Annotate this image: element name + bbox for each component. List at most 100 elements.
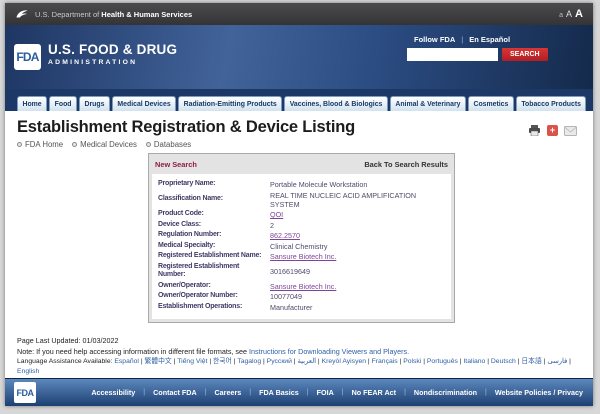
main-content: Establishment Registration & Device List…	[5, 111, 593, 330]
viewers-players-link[interactable]: Instructions for Downloading Viewers and…	[249, 347, 409, 356]
language-link[interactable]: 日本語	[521, 358, 541, 365]
field-value[interactable]: Sansure Biotech Inc.	[270, 252, 446, 261]
language-link[interactable]: Polski	[403, 358, 421, 365]
page: U.S. Department of Health & Human Servic…	[5, 3, 593, 406]
breadcrumb-dot-icon	[17, 142, 22, 147]
detail-row: Establishment Operations: Manufacturer	[158, 303, 445, 312]
breadcrumb-dot-icon	[72, 142, 77, 147]
detail-row: Proprietary Name: Portable Molecule Work…	[158, 180, 445, 189]
language-link[interactable]: English	[17, 368, 39, 375]
footnotes: Page Last Updated: 01/03/2022 Note: If y…	[5, 330, 593, 378]
field-value: 10077049	[270, 292, 446, 301]
breadcrumb-link[interactable]: Medical Devices	[80, 140, 137, 149]
language-link[interactable]: Deutsch	[491, 358, 516, 365]
footer-link[interactable]: FDA Basics	[259, 388, 299, 397]
language-link[interactable]: Español	[114, 358, 139, 365]
footer-link[interactable]: FOIA	[317, 388, 334, 397]
field-label: Registered Establishment Number:	[158, 263, 270, 281]
field-label: Device Class:	[158, 221, 270, 230]
language-link[interactable]: Français	[372, 358, 398, 365]
last-updated: Page Last Updated: 01/03/2022	[17, 336, 589, 347]
main-nav: HomeFoodDrugsMedical DevicesRadiation-Em…	[5, 89, 593, 111]
footer-link[interactable]: Accessibility	[91, 388, 135, 397]
language-link[interactable]: Tagalog	[237, 358, 261, 365]
nav-tab[interactable]: Medical Devices	[112, 96, 176, 111]
nav-tab[interactable]: Radiation-Emitting Products	[178, 96, 282, 111]
agency-title: U.S. FOOD & DRUG ADMINISTRATION	[48, 42, 177, 66]
en-espanol-link[interactable]: En Español	[469, 35, 510, 44]
language-link[interactable]: Русский	[267, 358, 292, 365]
field-value[interactable]: Sansure Biotech Inc.	[270, 282, 446, 291]
new-search-link[interactable]: New Search	[155, 160, 197, 169]
footer-bar: FDA Accessibility|Contact FDA|Careers|FD…	[5, 378, 593, 406]
nav-tab[interactable]: Home	[17, 96, 47, 111]
fda-header: FDA U.S. FOOD & DRUG ADMINISTRATION Foll…	[5, 25, 593, 89]
field-value: Manufacturer	[270, 303, 446, 312]
detail-row: Owner/Operator: Sansure Biotech Inc.	[158, 282, 445, 291]
field-label: Regulation Number:	[158, 231, 270, 240]
nav-tab[interactable]: Tobacco Products	[516, 96, 587, 111]
footer-link[interactable]: No FEAR Act	[352, 388, 396, 397]
field-label: Product Code:	[158, 210, 270, 219]
field-label: Proprietary Name:	[158, 180, 270, 189]
language-link[interactable]: العربية	[297, 358, 316, 365]
footer-link[interactable]: Website Policies / Privacy	[495, 388, 583, 397]
language-link[interactable]: Italiano	[463, 358, 485, 365]
field-value: REAL TIME NUCLEIC ACID AMPLIFICATION SYS…	[270, 191, 446, 209]
breadcrumb-link[interactable]: FDA Home	[25, 140, 63, 149]
footer-link[interactable]: Contact FDA	[153, 388, 197, 397]
detail-row: Device Class: 2	[158, 221, 445, 230]
footer-link[interactable]: Careers	[214, 388, 241, 397]
result-box: New Search Back To Search Results Propri…	[148, 153, 455, 323]
footer-link[interactable]: Nondiscrimination	[414, 388, 477, 397]
detail-row: Registered Establishment Number: 3016619…	[158, 263, 445, 281]
hhs-dept-text[interactable]: U.S. Department of Health & Human Servic…	[35, 10, 192, 19]
language-link[interactable]: 한국어	[213, 358, 232, 365]
print-icon[interactable]	[528, 125, 541, 136]
footer-links: Accessibility|Contact FDA|Careers|FDA Ba…	[91, 388, 583, 397]
back-to-results-link[interactable]: Back To Search Results	[364, 160, 448, 169]
nav-tab[interactable]: Cosmetics	[468, 96, 514, 111]
font-size-controls[interactable]: a A A	[559, 8, 583, 20]
field-value: Portable Molecule Workstation	[270, 180, 446, 189]
field-value: 3016619649	[270, 267, 446, 276]
nav-tab[interactable]: Vaccines, Blood & Biologics	[284, 96, 388, 111]
breadcrumb-link[interactable]: Databases	[154, 140, 191, 149]
email-icon[interactable]	[564, 126, 577, 136]
footer-fda-logo[interactable]: FDA	[14, 382, 36, 403]
language-link[interactable]: Português	[427, 358, 458, 365]
field-label: Owner/Operator:	[158, 282, 270, 291]
breadcrumb: FDA Home Medical Devices Databases	[17, 140, 581, 149]
language-link[interactable]: فارسی	[547, 358, 567, 365]
detail-row: Classification Name: REAL TIME NUCLEIC A…	[158, 191, 445, 209]
detail-row: Registered Establishment Name: Sansure B…	[158, 252, 445, 261]
detail-row: Product Code: QOI	[158, 210, 445, 219]
field-label: Classification Name:	[158, 195, 270, 204]
follow-fda-link[interactable]: Follow FDA	[414, 35, 455, 44]
hhs-topbar: U.S. Department of Health & Human Servic…	[5, 3, 593, 25]
field-value: 2	[270, 221, 446, 230]
field-label: Owner/Operator Number:	[158, 292, 270, 301]
nav-tab[interactable]: Food	[49, 96, 77, 111]
breadcrumb-dot-icon	[146, 142, 151, 147]
language-link[interactable]: Tiếng Việt	[177, 358, 207, 365]
share-icon[interactable]: +	[547, 125, 558, 136]
header-links: Follow FDA|En Español	[414, 35, 545, 44]
nav-tab[interactable]: Animal & Veterinary	[390, 96, 466, 111]
fda-logo[interactable]: FDA	[14, 44, 41, 70]
field-label: Establishment Operations:	[158, 303, 270, 312]
detail-row: Medical Specialty: Clinical Chemistry	[158, 242, 445, 251]
hhs-eagle-icon	[15, 8, 29, 20]
field-value[interactable]: QOI	[270, 210, 446, 219]
field-value: Clinical Chemistry	[270, 242, 446, 251]
detail-row: Regulation Number: 862.2570	[158, 231, 445, 240]
field-value[interactable]: 862.2570	[270, 231, 446, 240]
search-input[interactable]	[407, 48, 498, 61]
device-detail-table: Proprietary Name: Portable Molecule Work…	[152, 174, 451, 319]
field-label: Medical Specialty:	[158, 242, 270, 251]
nav-tab[interactable]: Drugs	[79, 96, 110, 111]
language-link[interactable]: Kreyòl Ayisyen	[322, 358, 366, 365]
page-title: Establishment Registration & Device List…	[17, 118, 581, 137]
language-link[interactable]: 繁體中文	[144, 358, 171, 365]
search-button[interactable]: SEARCH	[502, 48, 548, 61]
